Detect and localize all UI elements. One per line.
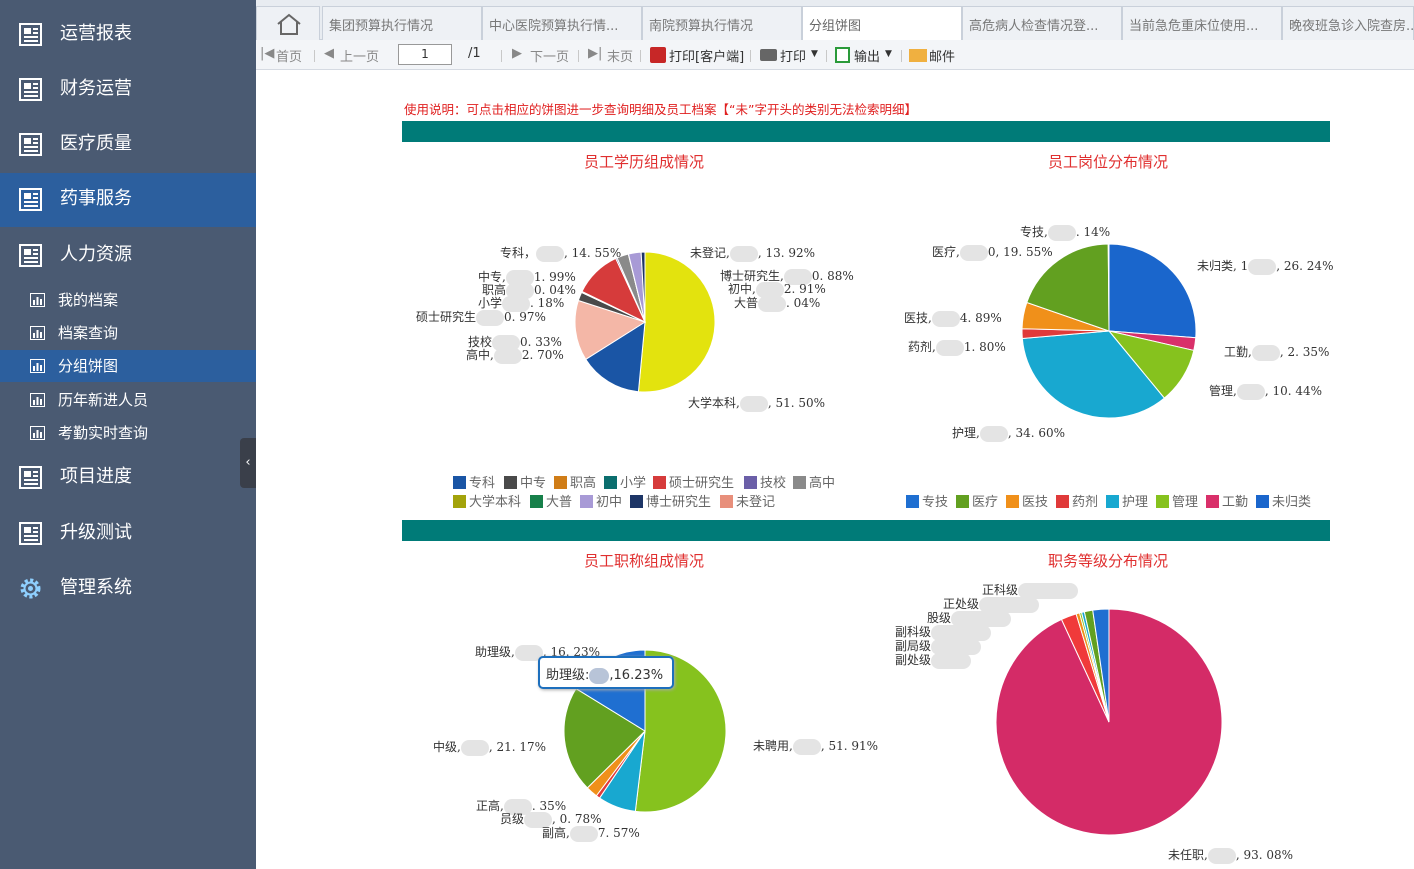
redaction — [1207, 847, 1236, 864]
legend-item[interactable]: 未登记 — [720, 491, 775, 510]
redaction — [758, 295, 787, 312]
legend-item[interactable]: 未归类 — [1256, 491, 1311, 510]
legend-item[interactable]: 专科 — [453, 472, 495, 491]
legend-item[interactable]: 博士研究生 — [630, 491, 711, 510]
redaction — [739, 395, 768, 412]
redaction — [1236, 383, 1265, 400]
legend-item[interactable]: 硕士研究生 — [653, 472, 734, 491]
slice-label: 专科，, 14. 55% — [500, 245, 622, 262]
legend-item[interactable]: 高中 — [793, 472, 835, 491]
slice-label: 医技, 4. 89% — [904, 310, 1002, 327]
redaction — [792, 738, 821, 755]
slice-label: 硕士研究生 0. 97% — [416, 309, 546, 326]
redaction — [931, 310, 960, 327]
pie-slice[interactable] — [637, 251, 716, 393]
redaction — [1047, 224, 1076, 241]
redaction — [1248, 258, 1277, 275]
slice-label: 药剂, 1. 80% — [908, 339, 1006, 356]
legend-item[interactable]: 药剂 — [1056, 491, 1098, 510]
redaction — [536, 245, 565, 262]
slice-label: 医疗, 0, 19. 55% — [932, 244, 1053, 261]
pie-1[interactable] — [1021, 243, 1197, 419]
slice-label: 未聘用,, 51. 91% — [753, 738, 879, 755]
redaction — [729, 245, 758, 262]
legend-item[interactable]: 大普 — [530, 491, 572, 510]
legend-item[interactable]: 中专 — [504, 472, 546, 491]
slice-label: 未归类, 1, 26. 24% — [1197, 258, 1334, 275]
slice-label: 专技,. 14% — [1020, 224, 1111, 241]
redaction — [931, 652, 972, 669]
slice-label: 管理,, 10. 44% — [1209, 383, 1323, 400]
redaction — [979, 425, 1008, 442]
redaction — [493, 347, 522, 364]
redaction — [460, 739, 489, 756]
pie-0[interactable] — [574, 251, 716, 393]
redaction — [589, 667, 610, 684]
pie-charts[interactable] — [0, 0, 1414, 869]
legend-item[interactable]: 技校 — [744, 472, 786, 491]
redaction — [959, 244, 988, 261]
chart-tooltip: 助理级: ,16.23% — [538, 656, 674, 689]
slice-label: 中级,, 21. 17% — [433, 739, 547, 756]
legend-item[interactable]: 初中 — [580, 491, 622, 510]
redaction — [935, 339, 964, 356]
slice-label: 未登记,, 13. 92% — [690, 245, 816, 262]
slice-label: 副高, 7. 57% — [542, 825, 640, 842]
pie-3[interactable] — [995, 608, 1223, 836]
legend-item[interactable]: 医技 — [1006, 491, 1048, 510]
slice-label: 副处级 — [895, 651, 972, 669]
legend-item[interactable]: 医疗 — [956, 491, 998, 510]
slice-label: 未任职,, 93. 08% — [1168, 847, 1294, 864]
redaction — [476, 309, 505, 326]
slice-label: 工勤,, 2. 35% — [1224, 344, 1330, 361]
legend-item[interactable]: 小学 — [604, 472, 646, 491]
legend-item[interactable]: 职高 — [554, 472, 596, 491]
legend-item[interactable]: 工勤 — [1206, 491, 1248, 510]
redaction — [1251, 344, 1280, 361]
slice-label: 大学本科,, 51. 50% — [688, 395, 826, 412]
pie-slice[interactable] — [1108, 243, 1197, 339]
legend-item[interactable]: 大学本科 — [453, 491, 521, 510]
redaction — [569, 825, 598, 842]
slice-label: 高中, 2. 70% — [466, 347, 564, 364]
slice-label: 护理,, 34. 60% — [952, 425, 1066, 442]
legend-item[interactable]: 专技 — [906, 491, 948, 510]
legend-item[interactable]: 护理 — [1106, 491, 1148, 510]
slice-label: 大普. 04% — [734, 295, 821, 312]
legend-item[interactable]: 管理 — [1156, 491, 1198, 510]
